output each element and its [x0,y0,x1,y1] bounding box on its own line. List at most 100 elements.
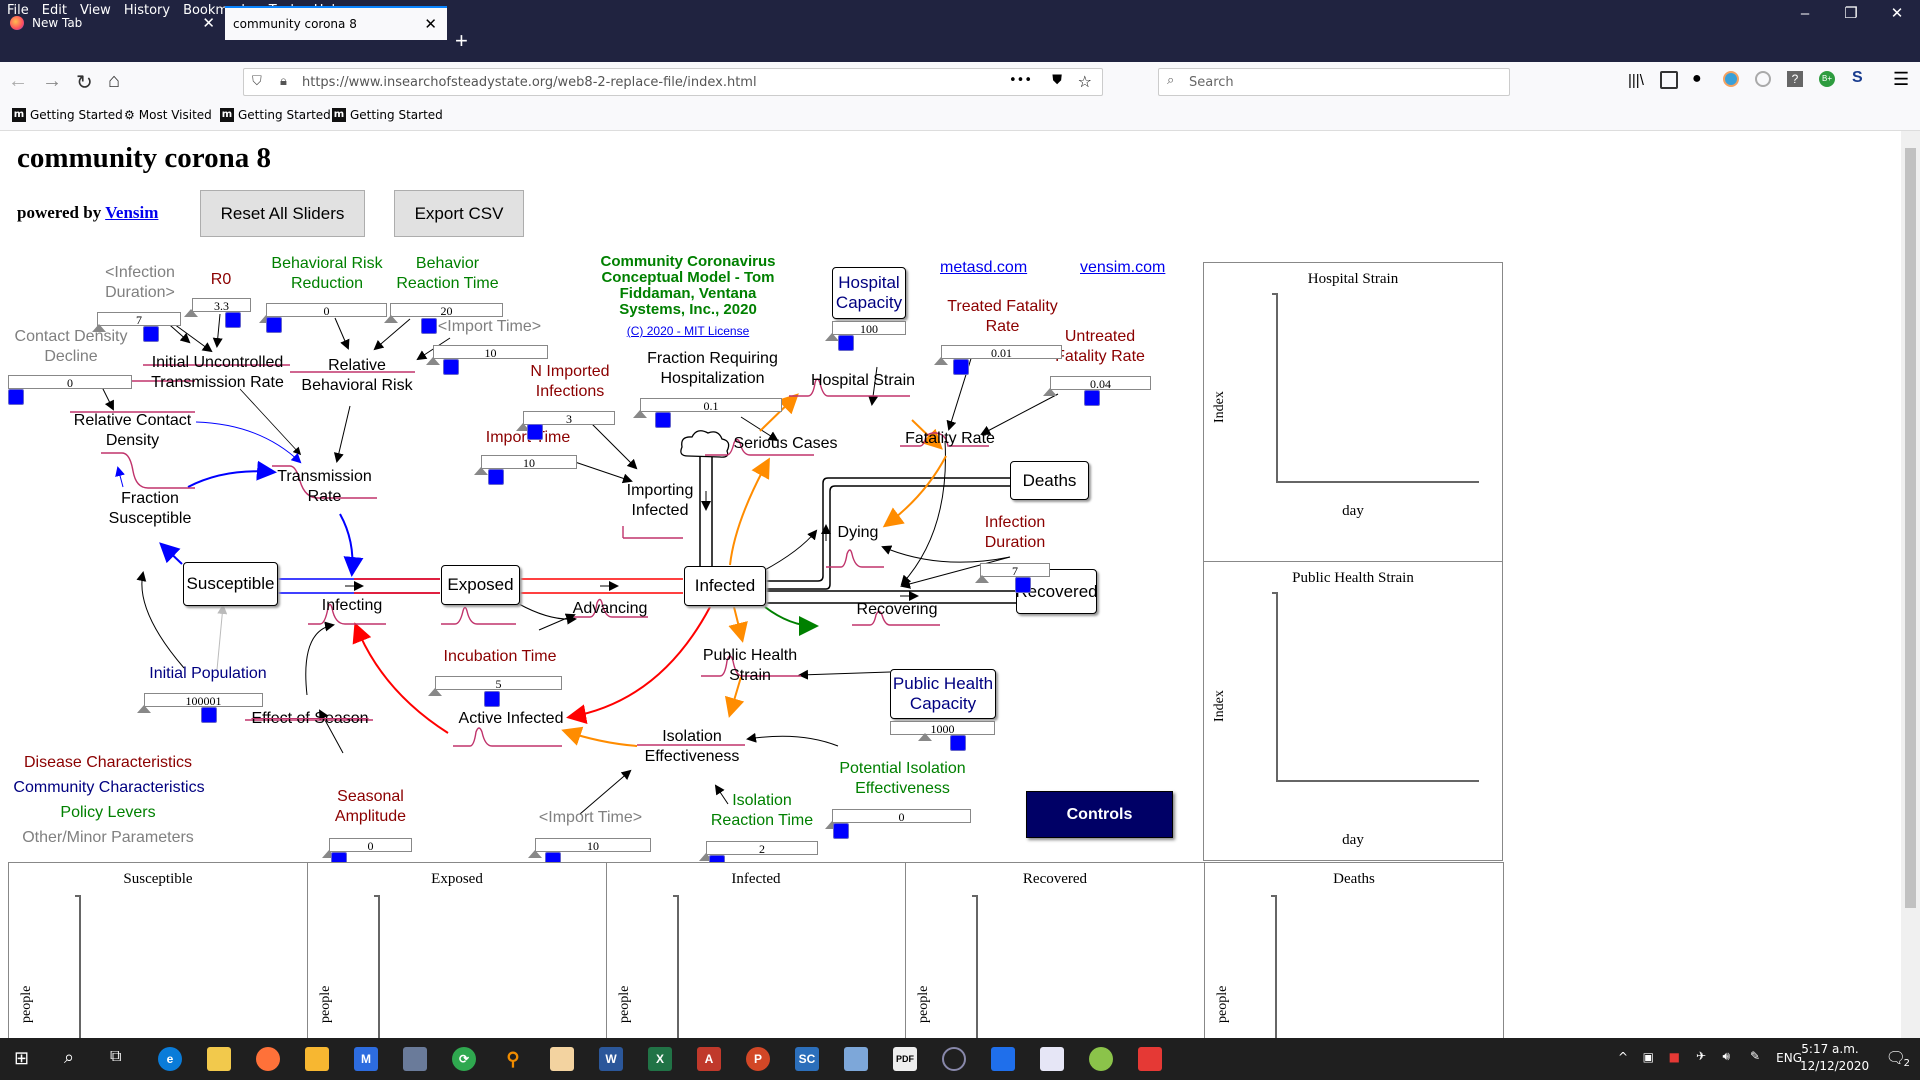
close-tab-icon[interactable]: ✕ [424,15,437,33]
label-fraction-susceptible[interactable]: Fraction Susceptible [100,489,200,529]
stock-susceptible[interactable]: Susceptible [183,562,278,606]
library-icon[interactable]: |||\ [1628,72,1644,89]
label-infecting[interactable]: Infecting [312,596,392,616]
powerpoint-icon[interactable]: P [746,1047,770,1071]
close-window-button[interactable]: ✕ [1874,0,1920,22]
url-text[interactable]: https://www.insearchofsteadystate.org/we… [302,75,757,90]
label-transmission-rate[interactable]: Transmission Rate [272,467,377,507]
label-active-infected[interactable]: Active Infected [450,709,572,729]
slider-knob[interactable] [1084,390,1100,406]
slider-knob[interactable] [225,312,241,328]
label-serious-cases[interactable]: Serious Cases [728,434,843,454]
slider-knob[interactable] [266,317,282,333]
slider-knob[interactable] [143,326,159,342]
restore-button[interactable]: ❐ [1828,0,1874,22]
slider-knob[interactable] [1015,577,1031,593]
label-isolation-effectiveness[interactable]: Isolation Effectiveness [637,727,747,767]
back-icon[interactable]: ← [8,70,28,93]
label-initial-uncontrolled-transmission-rate[interactable]: Initial Uncontrolled Transmission Rate [140,353,295,393]
pen-icon[interactable]: ✎ [1750,1049,1760,1063]
pdf-icon[interactable]: PDF [893,1047,917,1071]
stock-deaths[interactable]: Deaths [1010,461,1089,500]
label-importing-infected[interactable]: Importing Infected [620,481,700,521]
s-extension-icon[interactable]: S [1852,69,1863,87]
new-tab-button[interactable]: + [455,28,468,54]
app-icon[interactable] [991,1047,1015,1071]
slider-knob[interactable] [484,691,500,707]
bookmark-getting-started[interactable]: m Getting Started [332,108,443,122]
search-app-icon[interactable]: ⚲ [501,1047,525,1071]
tab-new-tab[interactable]: New Tab ✕ [0,6,225,40]
slider-knob[interactable] [8,389,24,405]
app-icon[interactable] [1040,1047,1064,1071]
camera-icon[interactable]: ▣ [1643,1050,1654,1064]
lock-icon[interactable]: 🔒︎ [280,74,287,89]
stock-public-health-capacity[interactable]: Public Health Capacity [890,669,996,719]
airplane-icon[interactable]: ✈ [1696,1049,1706,1063]
pocket-icon[interactable]: ⛊ [1052,73,1062,88]
account-icon[interactable]: ● [1692,70,1702,88]
search-bar[interactable]: ⌕ Search [1158,68,1510,96]
windows-start-icon[interactable]: ⊞ [14,1048,29,1069]
app-icon[interactable] [1089,1047,1113,1071]
home-icon[interactable]: ⌂ [108,70,120,93]
access-icon[interactable]: A [697,1047,721,1071]
slider-knob[interactable] [953,359,969,375]
bookmark-getting-started[interactable]: m Getting Started [12,108,123,122]
slider-knob[interactable] [527,424,543,440]
file-explorer-icon[interactable] [207,1047,231,1071]
bookmark-star-icon[interactable]: ☆ [1078,72,1092,91]
minimize-button[interactable]: – [1782,1,1828,22]
hamburger-menu-icon[interactable]: ☰ [1893,69,1909,90]
slider-knob[interactable] [201,707,217,723]
extension-icon[interactable] [1755,71,1771,87]
clock[interactable]: 5:17 a.m. 12/12/2020 [1800,1042,1869,1073]
bookmark-most-visited[interactable]: ⚙ Most Visited [124,108,212,122]
app-icon[interactable] [942,1047,966,1071]
url-bar[interactable]: ⛉ 🔒︎ https://www.insearchofsteadystate.o… [243,68,1103,96]
slider-knob[interactable] [950,735,966,751]
app-icon[interactable] [305,1047,329,1071]
task-view-icon[interactable]: ⧉ [110,1048,121,1066]
slider-knob[interactable] [421,318,437,334]
m-app-icon[interactable]: M [354,1047,378,1071]
controls-button[interactable]: Controls [1026,791,1173,838]
help-extension-icon[interactable]: ? [1787,71,1803,87]
slider-knob[interactable] [443,359,459,375]
sc-app-icon[interactable]: SC [795,1047,819,1071]
label-effect-of-season[interactable]: Effect of Season [245,709,375,729]
stock-hospital-capacity[interactable]: Hospital Capacity [832,267,906,319]
page-actions-icon[interactable]: ••• [1009,73,1032,88]
forward-icon[interactable]: → [42,70,62,93]
volume-icon[interactable]: 🔊︎ [1722,1049,1730,1064]
close-tab-icon[interactable]: ✕ [202,14,215,32]
label-fatality-rate[interactable]: Fatality Rate [900,429,1000,449]
bookmark-getting-started[interactable]: m Getting Started [220,108,331,122]
slider-knob[interactable] [488,469,504,485]
firefox-icon[interactable] [256,1047,280,1071]
stock-infected[interactable]: Infected [684,566,766,606]
label-relative-contact-density[interactable]: Relative Contact Density [70,411,195,451]
tab-community-corona[interactable]: community corona 8 ✕ [225,6,447,40]
language-indicator[interactable]: ENG [1776,1051,1802,1065]
label-relative-behavioral-risk[interactable]: Relative Behavioral Risk [292,356,422,396]
slider-knob[interactable] [655,412,671,428]
shield-icon[interactable]: ⛉ [252,74,262,89]
label-dying[interactable]: Dying [828,523,888,543]
reload-icon[interactable]: ↻ [76,70,93,95]
label-advancing[interactable]: Advancing [565,599,655,619]
excel-icon[interactable]: X [648,1047,672,1071]
sc-tray-icon[interactable]: ■ [1669,1050,1680,1064]
cat-app-icon[interactable] [550,1047,574,1071]
chevron-up-icon[interactable]: ^ [1618,1050,1628,1064]
stock-exposed[interactable]: Exposed [441,565,520,605]
word-icon[interactable]: W [599,1047,623,1071]
edge-icon[interactable]: e [158,1047,182,1071]
label-public-health-strain[interactable]: Public Health Strain [695,646,805,686]
app-icon[interactable] [844,1047,868,1071]
search-icon[interactable]: ⌕ [64,1047,74,1068]
slider-knob[interactable] [838,335,854,351]
scrollbar-thumb[interactable] [1905,148,1916,908]
b-plus-extension-icon[interactable]: B+ [1819,71,1835,87]
sync-icon[interactable]: ⟳ [452,1047,476,1071]
